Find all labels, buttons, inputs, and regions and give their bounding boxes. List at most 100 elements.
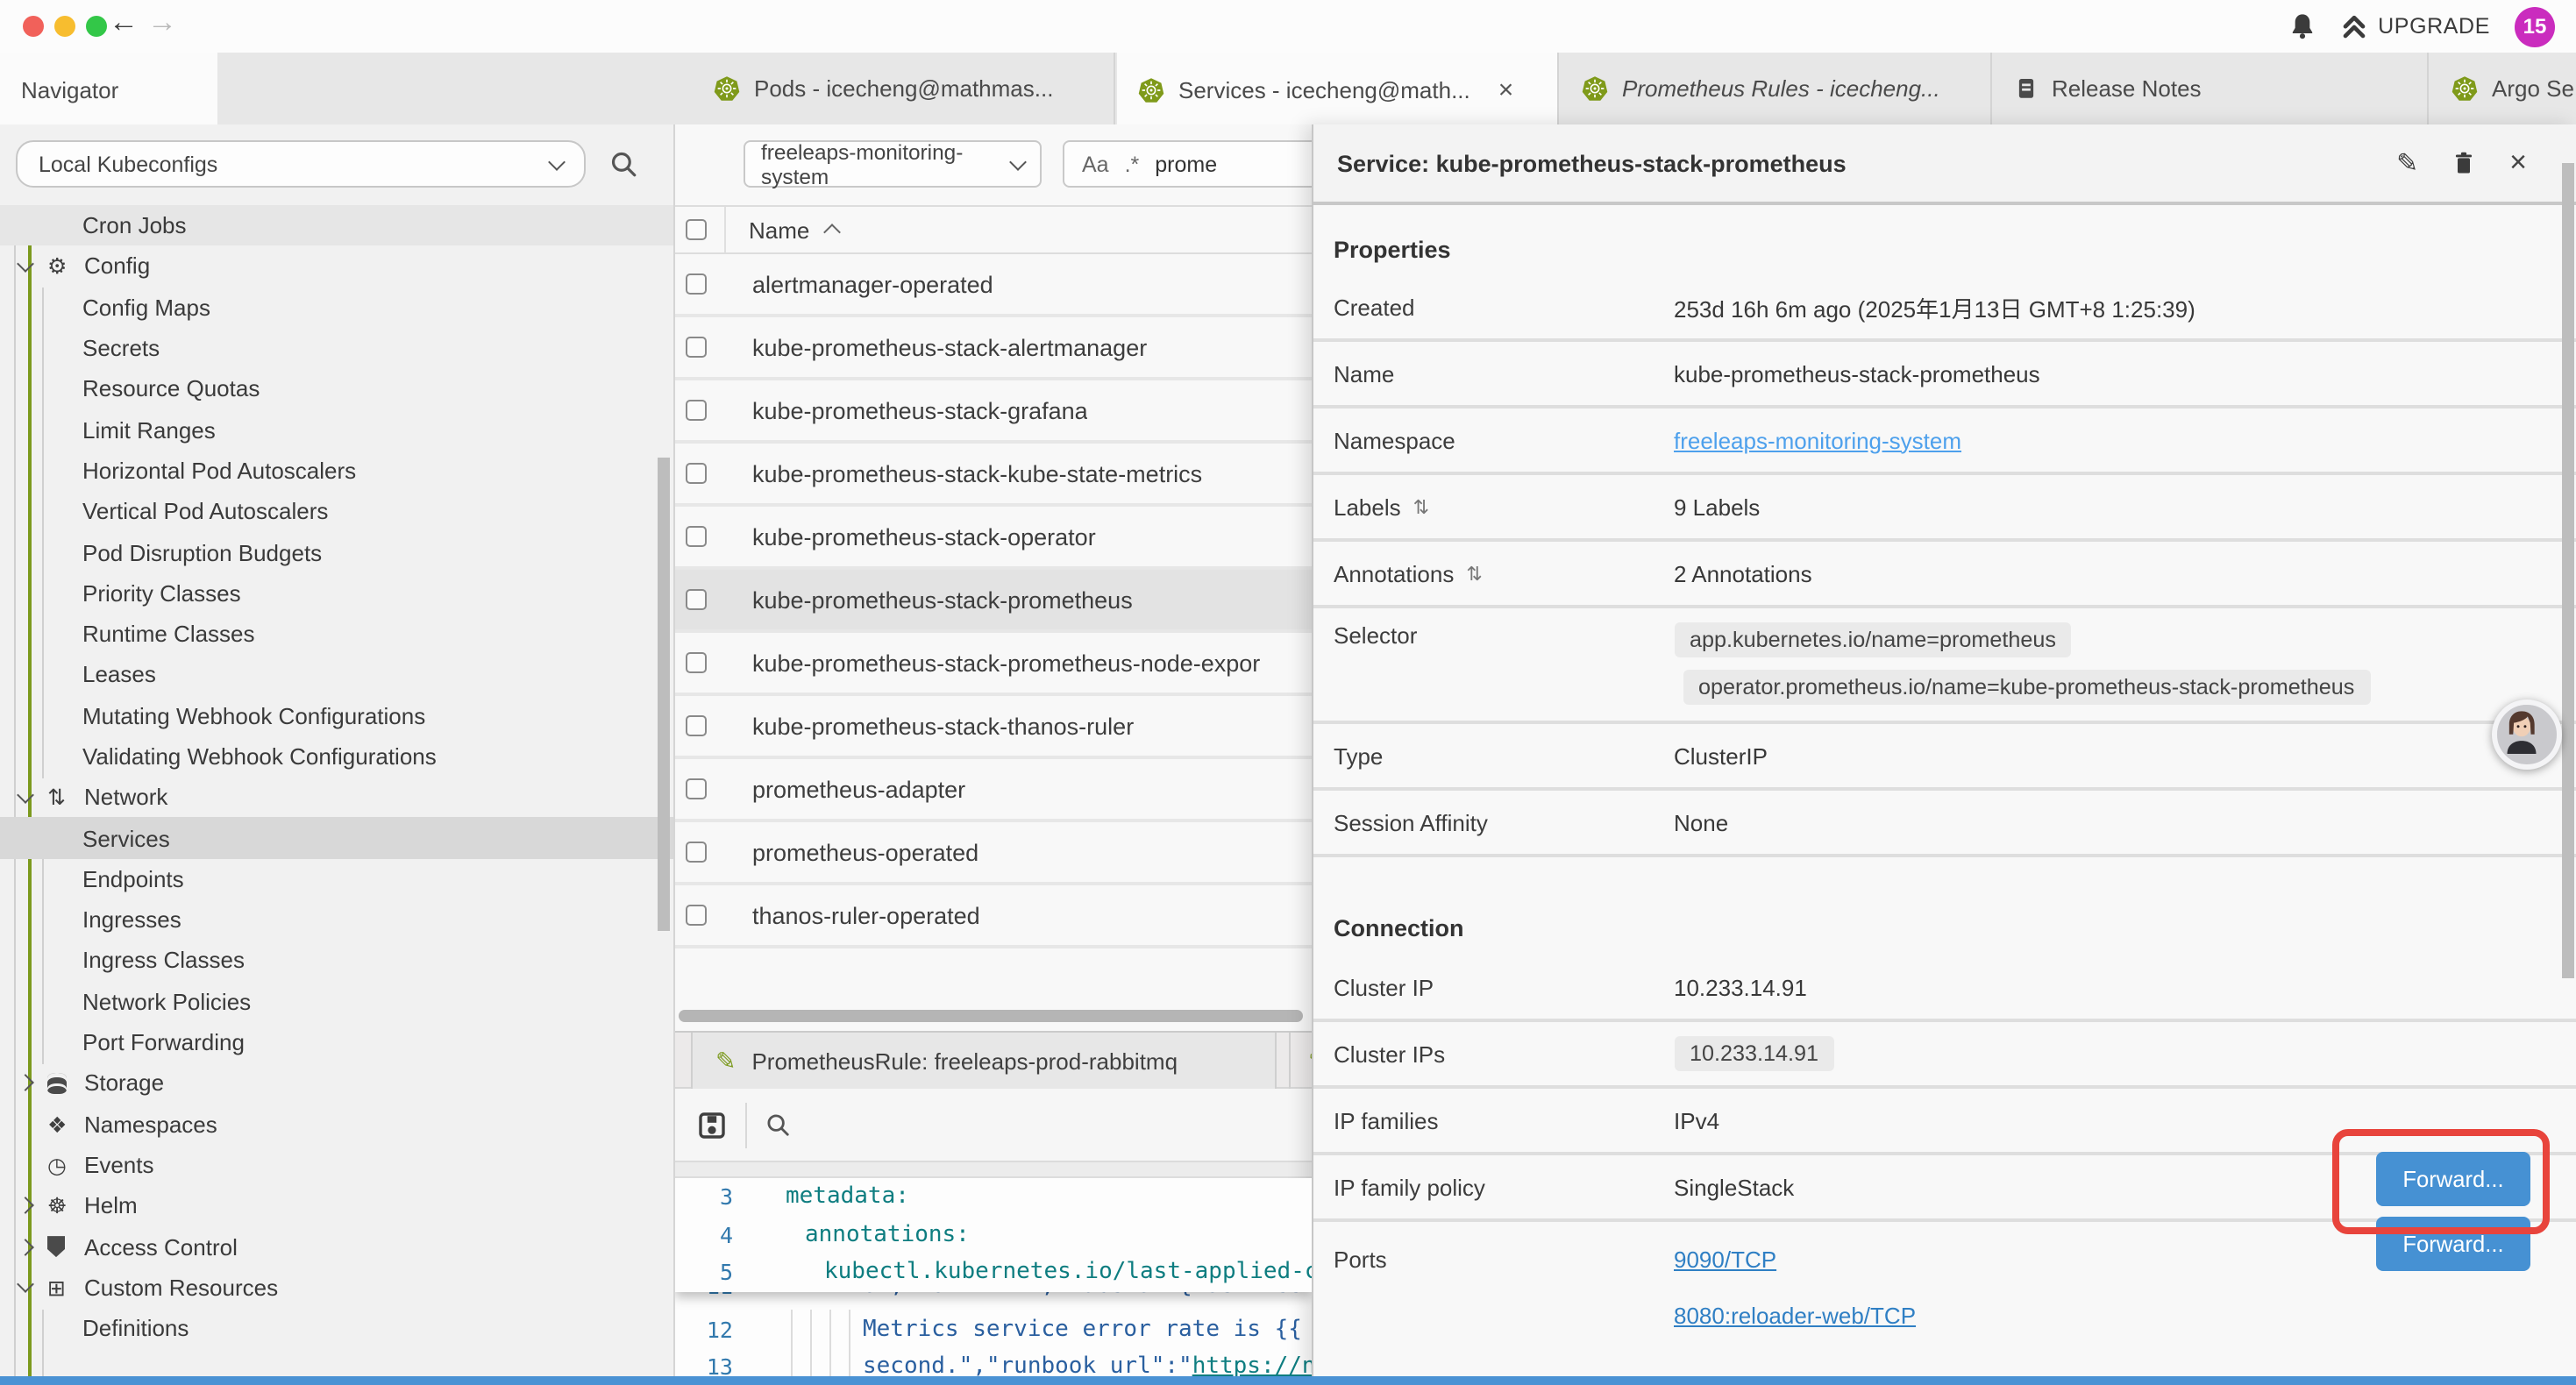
chevron-right-icon[interactable] <box>17 1075 34 1092</box>
sidebar-item-events[interactable]: ◷Events <box>0 1145 675 1186</box>
chevron-down-icon[interactable] <box>17 255 34 273</box>
namespace-filter-select[interactable]: freeleaps-monitoring-system <box>744 140 1042 188</box>
sidebar-item-config-maps[interactable]: Config Maps <box>0 287 675 328</box>
line-number: 5 <box>675 1260 745 1286</box>
sidebar-item-custom-resources[interactable]: ⊞Custom Resources <box>0 1267 675 1308</box>
window-minimize-icon[interactable] <box>54 16 75 37</box>
row-checkbox[interactable] <box>686 337 707 358</box>
chevron-down-icon[interactable] <box>17 786 34 804</box>
table-row-kube-prometheus-stack-grafana[interactable]: kube-prometheus-stack-grafana <box>675 380 1311 444</box>
forward-button-9090[interactable]: Forward... <box>2376 1152 2530 1206</box>
sidebar-item-resource-quotas[interactable]: Resource Quotas <box>0 368 675 409</box>
row-checkbox[interactable] <box>686 715 707 736</box>
sidebar-item-mutating-webhook-configurations[interactable]: Mutating Webhook Configurations <box>0 695 675 736</box>
tab-services[interactable]: Services - icecheng@math... × <box>1117 53 1559 126</box>
sidebar-item-access-control[interactable]: Access Control <box>0 1226 675 1268</box>
sidebar-item-services[interactable]: Services <box>0 818 675 859</box>
sidebar-item-vertical-pod-autoscalers[interactable]: Vertical Pod Autoscalers <box>0 491 675 532</box>
sidebar-item-network[interactable]: ⇅Network <box>0 777 675 818</box>
table-row-alertmanager-operated[interactable]: alertmanager-operated <box>675 254 1311 317</box>
dock-tab-partial[interactable]: ✎ <box>1289 1033 1311 1090</box>
port-link-8080[interactable]: 8080:reloader-web/TCP <box>1674 1303 1916 1329</box>
expand-toggle-icon[interactable]: ⇅ <box>1466 562 1482 585</box>
match-case-toggle[interactable]: Aa <box>1082 152 1109 176</box>
dock-tab-prometheusrule[interactable]: ✎ PrometheusRule: freeleaps-prod-rabbitm… <box>691 1033 1277 1090</box>
row-checkbox[interactable] <box>686 652 707 673</box>
tab-navigator[interactable]: Navigator <box>0 53 217 126</box>
sidebar-item-ingresses[interactable]: Ingresses <box>0 899 675 941</box>
sidebar-item-horizontal-pod-autoscalers[interactable]: Horizontal Pod Autoscalers <box>0 451 675 492</box>
sidebar-item-config[interactable]: ⚙Config <box>0 246 675 288</box>
port-link-9090[interactable]: 9090/TCP <box>1674 1246 1916 1273</box>
row-checkbox[interactable] <box>686 589 707 610</box>
close-icon[interactable]: × <box>2509 146 2527 181</box>
tab-release-notes[interactable]: Release Notes <box>1994 53 2429 124</box>
table-row-prometheus-operated[interactable]: prometheus-operated <box>675 822 1311 885</box>
table-row-kube-prometheus-stack-prometheus-node-expor[interactable]: kube-prometheus-stack-prometheus-node-ex… <box>675 633 1311 696</box>
notification-bell-icon[interactable] <box>2288 12 2316 40</box>
row-checkbox[interactable] <box>686 842 707 863</box>
regex-toggle[interactable]: .* <box>1125 152 1140 176</box>
tab-close-icon[interactable]: × <box>1498 75 1514 104</box>
select-all-checkbox[interactable] <box>686 219 707 240</box>
table-row-kube-prometheus-stack-kube-state-metrics[interactable]: kube-prometheus-stack-kube-state-metrics <box>675 444 1311 507</box>
forward-button-8080[interactable]: Forward... <box>2376 1217 2530 1271</box>
table-row-kube-prometheus-stack-operator[interactable]: kube-prometheus-stack-operator <box>675 507 1311 570</box>
chevron-right-icon[interactable] <box>17 1238 34 1255</box>
sidebar-item-port-forwarding[interactable]: Port Forwarding <box>0 1022 675 1063</box>
expand-toggle-icon[interactable]: ⇅ <box>1413 495 1429 518</box>
sidebar-scrollbar[interactable] <box>658 458 670 931</box>
horizontal-scrollbar[interactable] <box>679 1010 1303 1022</box>
row-checkbox[interactable] <box>686 400 707 421</box>
sidebar-item-definitions[interactable]: Definitions <box>0 1308 675 1349</box>
tab-argo[interactable]: Argo Se <box>2430 53 2576 124</box>
upgrade-button[interactable]: UPGRADE <box>2341 13 2490 39</box>
table-row-thanos-ruler-operated[interactable]: thanos-ruler-operated <box>675 885 1311 948</box>
row-checkbox[interactable] <box>686 463 707 484</box>
window-maximize-icon[interactable] <box>86 16 107 37</box>
table-row-kube-prometheus-stack-alertmanager[interactable]: kube-prometheus-stack-alertmanager <box>675 317 1311 380</box>
table-row-kube-prometheus-stack-thanos-ruler[interactable]: kube-prometheus-stack-thanos-ruler <box>675 696 1311 759</box>
sidebar-item-limit-ranges[interactable]: Limit Ranges <box>0 409 675 451</box>
sidebar-item-cron-jobs[interactable]: Cron Jobs <box>0 205 675 246</box>
sidebar-item-network-policies[interactable]: Network Policies <box>0 981 675 1022</box>
network-icon: ⇅ <box>47 785 84 811</box>
sidebar-item-helm[interactable]: ☸Helm <box>0 1185 675 1226</box>
sidebar-item-validating-webhook-configurations[interactable]: Validating Webhook Configurations <box>0 736 675 778</box>
back-arrow-icon[interactable]: ← <box>109 5 139 40</box>
row-checkbox[interactable] <box>686 905 707 926</box>
kubeconfig-selector[interactable]: Local Kubeconfigs <box>16 140 586 188</box>
sidebar-item-priority-classes[interactable]: Priority Classes <box>0 572 675 614</box>
sidebar-item-namespaces[interactable]: ❖Namespaces <box>0 1104 675 1145</box>
list-search-input[interactable]: Aa .* prome <box>1063 140 1311 188</box>
chevron-right-icon[interactable] <box>17 1197 34 1215</box>
column-header-name[interactable]: Name <box>724 207 837 252</box>
sidebar-search-icon[interactable] <box>608 149 638 179</box>
row-checkbox[interactable] <box>686 526 707 547</box>
save-button[interactable] <box>698 1111 726 1139</box>
sidebar-item-endpoints[interactable]: Endpoints <box>0 859 675 900</box>
sidebar-item-leases[interactable]: Leases <box>0 655 675 696</box>
table-row-kube-prometheus-stack-prometheus[interactable]: kube-prometheus-stack-prometheus <box>675 570 1311 633</box>
table-row-prometheus-adapter[interactable]: prometheus-adapter <box>675 759 1311 822</box>
avatar[interactable] <box>2491 700 2561 770</box>
namespace-link[interactable]: freeleaps-monitoring-system <box>1674 427 1961 453</box>
row-checkbox[interactable] <box>686 273 707 295</box>
tab-prometheus-rules[interactable]: Prometheus Rules - icecheng... <box>1561 53 1992 124</box>
sidebar-item-ingress-classes[interactable]: Ingress Classes <box>0 941 675 982</box>
sidebar-item-pod-disruption-budgets[interactable]: Pod Disruption Budgets <box>0 532 675 573</box>
window-close-icon[interactable] <box>23 16 44 37</box>
notification-count-badge[interactable]: 15 <box>2515 6 2555 46</box>
sidebar-item-runtime-classes[interactable]: Runtime Classes <box>0 614 675 655</box>
sidebar-item-storage[interactable]: Storage <box>0 1062 675 1104</box>
chevron-down-icon[interactable] <box>17 1276 34 1294</box>
row-checkbox[interactable] <box>686 778 707 799</box>
yaml-editor[interactable]: 3metadata:4annotations:5kubectl.kubernet… <box>675 1178 1311 1376</box>
sidebar-item-secrets[interactable]: Secrets <box>0 328 675 369</box>
edit-pencil-icon[interactable]: ✎ <box>2396 147 2418 179</box>
trash-icon[interactable] <box>2451 151 2476 175</box>
detail-scrollbar[interactable] <box>2562 163 2574 978</box>
forward-arrow-icon[interactable]: → <box>147 5 177 40</box>
tab-pods[interactable]: Pods - icecheng@mathmas... <box>693 53 1115 124</box>
editor-search-button[interactable] <box>765 1112 791 1138</box>
